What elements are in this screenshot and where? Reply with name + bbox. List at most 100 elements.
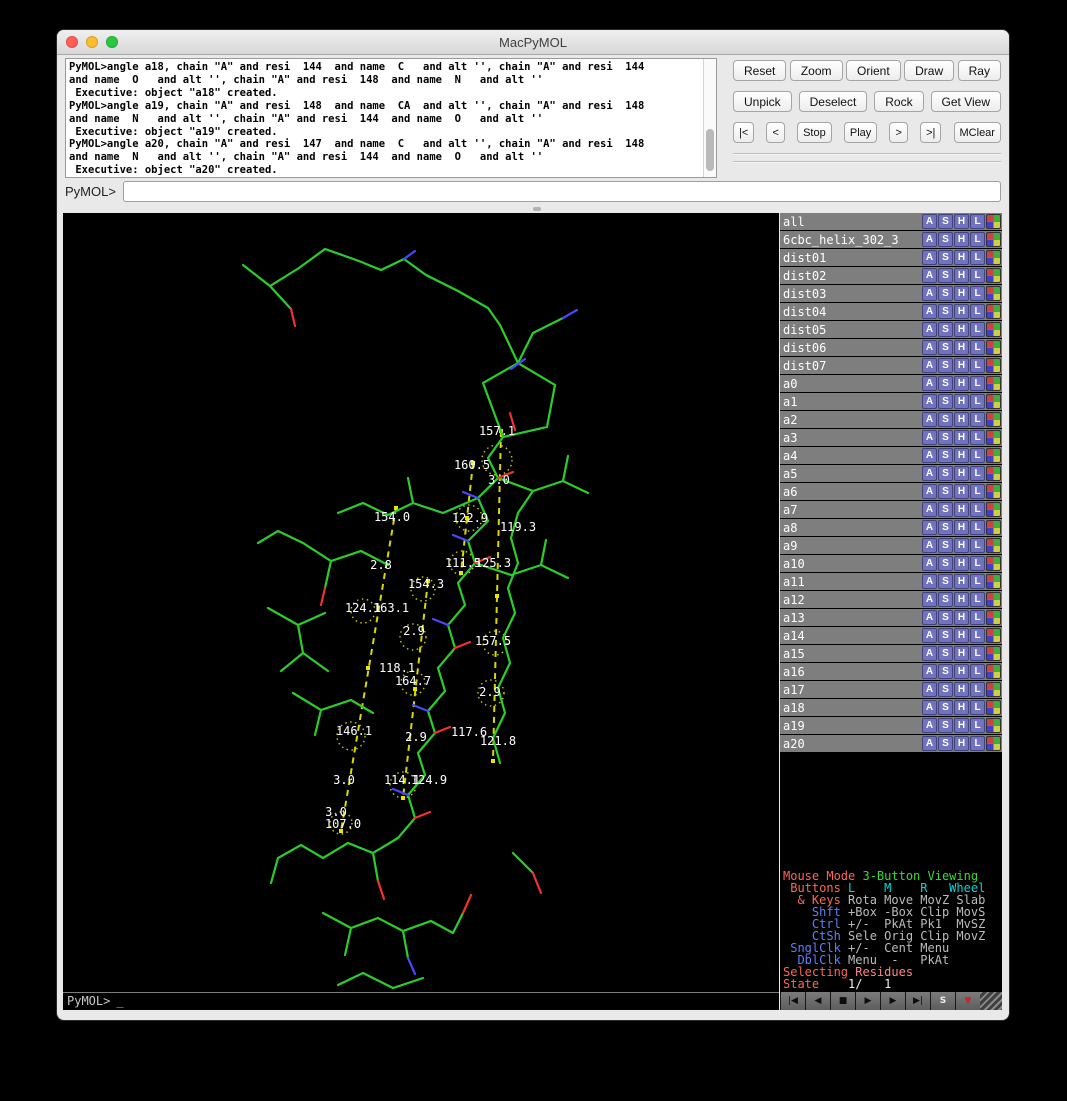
object-name[interactable]: dist05 [780, 323, 922, 337]
object-name[interactable]: dist02 [780, 269, 922, 283]
object-dist02-l-button[interactable]: L [970, 268, 985, 283]
object-dist06-l-button[interactable]: L [970, 340, 985, 355]
object-name[interactable]: a18 [780, 701, 922, 715]
object-a18-s-button[interactable]: S [938, 700, 953, 715]
toolbar-button-ray[interactable]: Ray [958, 60, 1001, 81]
object-a19-h-button[interactable]: H [954, 718, 969, 733]
object-a1-s-button[interactable]: S [938, 394, 953, 409]
object-a14-h-button[interactable]: H [954, 628, 969, 643]
viewport[interactable]: 157.1160.53.0154.0122.9119.32.8111.5125.… [63, 213, 779, 1010]
object-a11-c-button[interactable] [986, 574, 1001, 589]
object-dist03-a-button[interactable]: A [922, 286, 937, 301]
object-name[interactable]: a19 [780, 719, 922, 733]
object-dist05-c-button[interactable] [986, 322, 1001, 337]
object-a11-a-button[interactable]: A [922, 574, 937, 589]
object-name[interactable]: a6 [780, 485, 922, 499]
object-a3-c-button[interactable] [986, 430, 1001, 445]
toolbar-button-stop[interactable]: Stop [797, 122, 832, 143]
toolbar-button-mclear[interactable]: MClear [954, 122, 1001, 143]
object-dist01-a-button[interactable]: A [922, 250, 937, 265]
object-a2-s-button[interactable]: S [938, 412, 953, 427]
object-a1-c-button[interactable] [986, 394, 1001, 409]
object-a9-l-button[interactable]: L [970, 538, 985, 553]
playback-scene-button[interactable]: S [930, 992, 955, 1010]
object-a2-l-button[interactable]: L [970, 412, 985, 427]
object-6cbc_helix_302_3-c-button[interactable] [986, 232, 1001, 247]
object-name[interactable]: a12 [780, 593, 922, 607]
object-name[interactable]: a20 [780, 737, 922, 751]
object-all-a-button[interactable]: A [922, 214, 937, 229]
object-a8-h-button[interactable]: H [954, 520, 969, 535]
playback-menu-button[interactable]: ▼ [955, 992, 980, 1010]
object-a0-s-button[interactable]: S [938, 376, 953, 391]
object-name[interactable]: a8 [780, 521, 922, 535]
object-a4-s-button[interactable]: S [938, 448, 953, 463]
object-a5-h-button[interactable]: H [954, 466, 969, 481]
object-a13-a-button[interactable]: A [922, 610, 937, 625]
toolbar-button-nav[interactable]: < [766, 122, 784, 143]
object-a0-c-button[interactable] [986, 376, 1001, 391]
object-a5-s-button[interactable]: S [938, 466, 953, 481]
object-a16-a-button[interactable]: A [922, 664, 937, 679]
object-a15-c-button[interactable] [986, 646, 1001, 661]
object-a1-h-button[interactable]: H [954, 394, 969, 409]
object-a4-h-button[interactable]: H [954, 448, 969, 463]
object-a19-a-button[interactable]: A [922, 718, 937, 733]
object-a8-s-button[interactable]: S [938, 520, 953, 535]
object-name[interactable]: a11 [780, 575, 922, 589]
object-a2-h-button[interactable]: H [954, 412, 969, 427]
object-a8-c-button[interactable] [986, 520, 1001, 535]
object-a13-l-button[interactable]: L [970, 610, 985, 625]
object-a3-h-button[interactable]: H [954, 430, 969, 445]
object-a4-l-button[interactable]: L [970, 448, 985, 463]
object-a12-s-button[interactable]: S [938, 592, 953, 607]
object-a8-l-button[interactable]: L [970, 520, 985, 535]
toolbar-button-reset[interactable]: Reset [733, 60, 786, 81]
object-dist07-l-button[interactable]: L [970, 358, 985, 373]
object-a10-s-button[interactable]: S [938, 556, 953, 571]
object-a10-l-button[interactable]: L [970, 556, 985, 571]
object-dist05-h-button[interactable]: H [954, 322, 969, 337]
object-a12-h-button[interactable]: H [954, 592, 969, 607]
object-a16-s-button[interactable]: S [938, 664, 953, 679]
object-a0-h-button[interactable]: H [954, 376, 969, 391]
object-name[interactable]: a1 [780, 395, 922, 409]
object-dist02-h-button[interactable]: H [954, 268, 969, 283]
object-a12-a-button[interactable]: A [922, 592, 937, 607]
object-a13-h-button[interactable]: H [954, 610, 969, 625]
object-dist07-h-button[interactable]: H [954, 358, 969, 373]
minimize-button[interactable] [86, 36, 98, 48]
object-name[interactable]: a13 [780, 611, 922, 625]
object-a9-a-button[interactable]: A [922, 538, 937, 553]
object-dist03-c-button[interactable] [986, 286, 1001, 301]
object-a20-c-button[interactable] [986, 736, 1001, 751]
object-a20-s-button[interactable]: S [938, 736, 953, 751]
object-a18-c-button[interactable] [986, 700, 1001, 715]
playback-stop-button[interactable]: ■ [830, 992, 855, 1010]
resize-grip[interactable] [980, 992, 1002, 1010]
playback-play-button[interactable]: ▶ [855, 992, 880, 1010]
object-a7-h-button[interactable]: H [954, 502, 969, 517]
object-a15-a-button[interactable]: A [922, 646, 937, 661]
object-a4-c-button[interactable] [986, 448, 1001, 463]
object-6cbc_helix_302_3-l-button[interactable]: L [970, 232, 985, 247]
object-a19-c-button[interactable] [986, 718, 1001, 733]
object-a20-h-button[interactable]: H [954, 736, 969, 751]
object-dist06-h-button[interactable]: H [954, 340, 969, 355]
object-dist01-h-button[interactable]: H [954, 250, 969, 265]
titlebar[interactable]: MacPyMOL [57, 30, 1009, 55]
console-scrollbar-thumb[interactable] [706, 129, 714, 171]
object-dist03-l-button[interactable]: L [970, 286, 985, 301]
object-all-s-button[interactable]: S [938, 214, 953, 229]
object-dist02-c-button[interactable] [986, 268, 1001, 283]
object-a3-l-button[interactable]: L [970, 430, 985, 445]
object-dist04-a-button[interactable]: A [922, 304, 937, 319]
object-name[interactable]: a14 [780, 629, 922, 643]
object-a7-c-button[interactable] [986, 502, 1001, 517]
object-dist04-s-button[interactable]: S [938, 304, 953, 319]
object-a5-l-button[interactable]: L [970, 466, 985, 481]
object-6cbc_helix_302_3-s-button[interactable]: S [938, 232, 953, 247]
object-name[interactable]: dist07 [780, 359, 922, 373]
playback-back-button[interactable]: ◀ [805, 992, 830, 1010]
molecule-canvas[interactable]: 157.1160.53.0154.0122.9119.32.8111.5125.… [63, 213, 779, 992]
